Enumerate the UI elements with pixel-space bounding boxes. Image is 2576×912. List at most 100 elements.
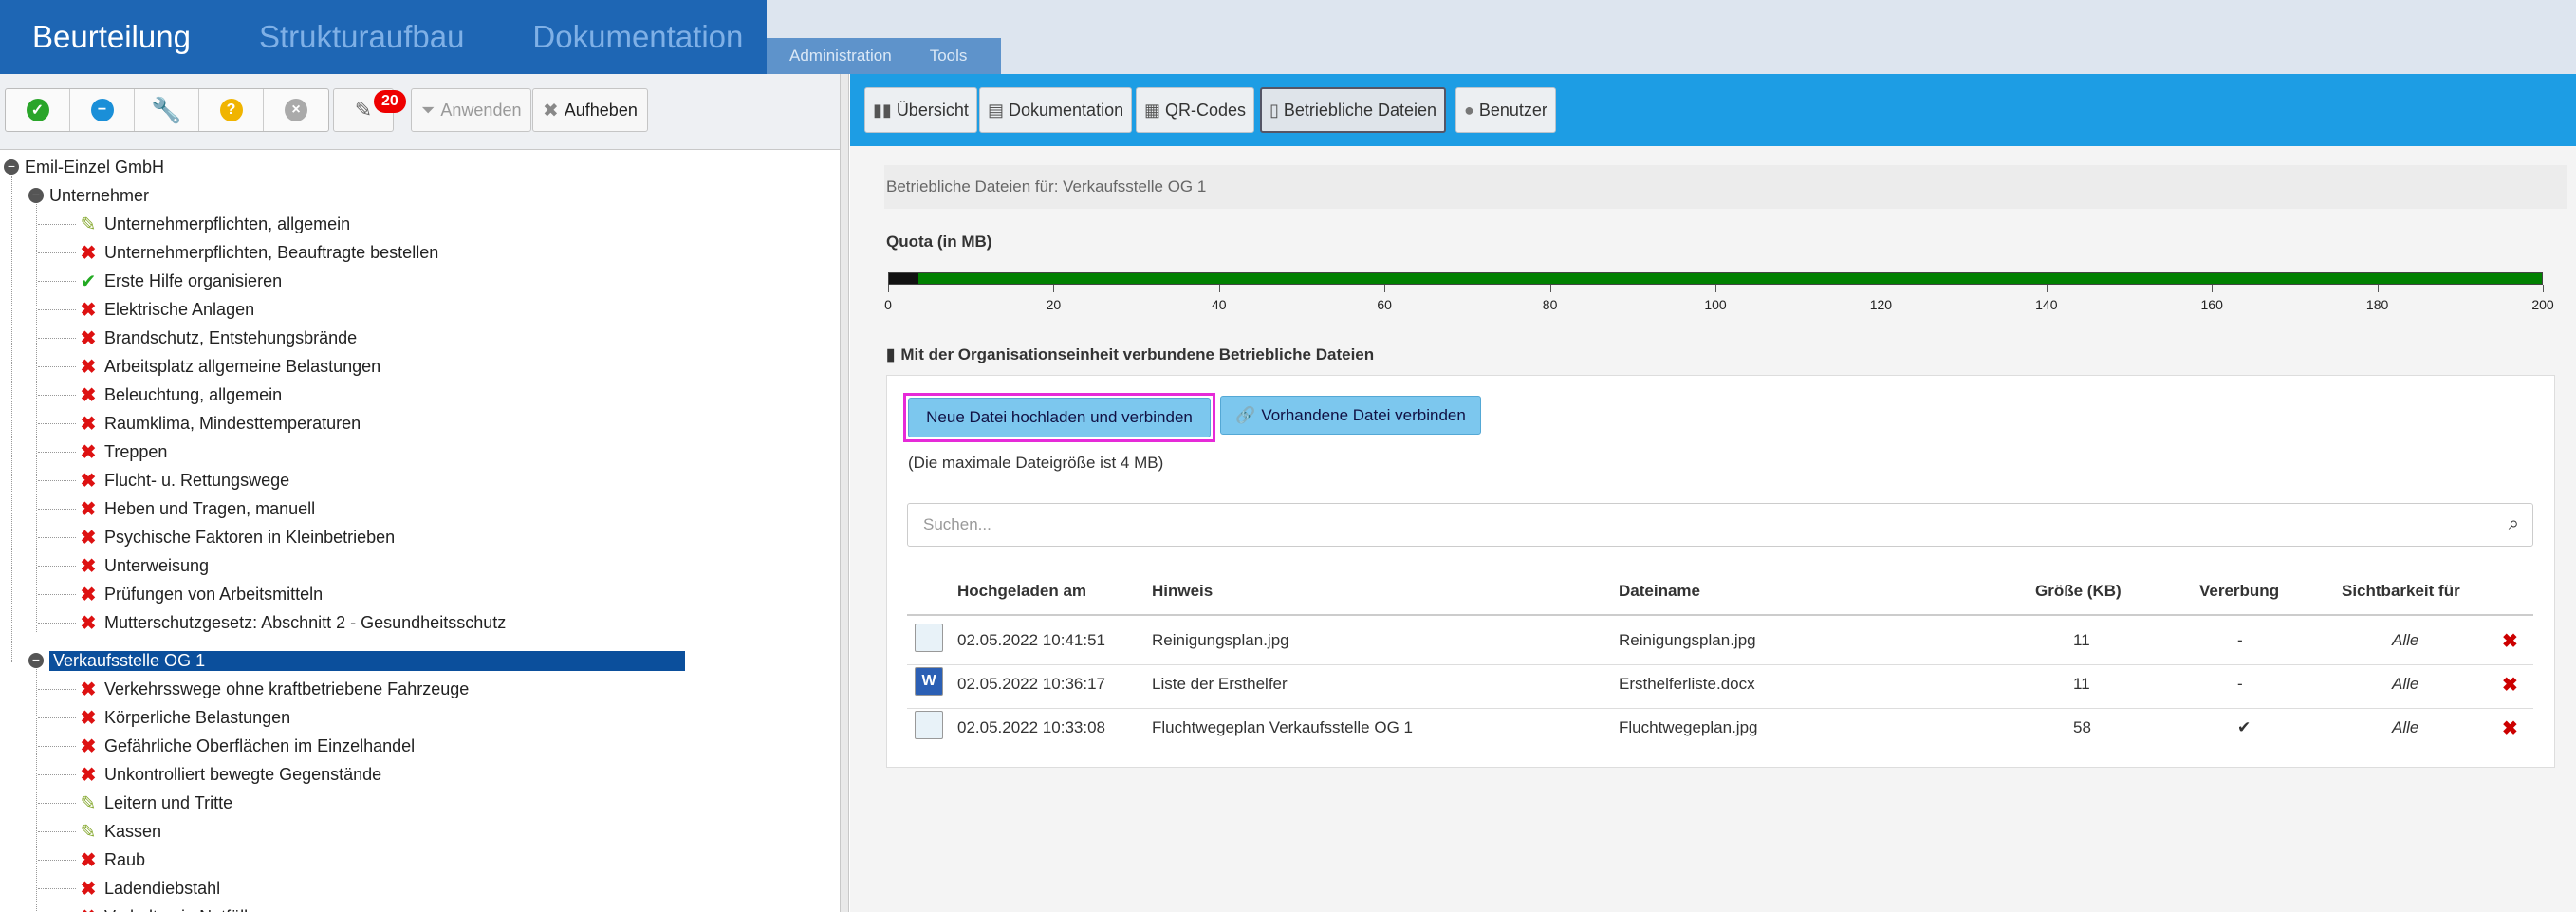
tree-item[interactable]: ✖ Prüfungen von Arbeitsmitteln (78, 580, 324, 608)
question-icon: ? (219, 99, 243, 121)
tree-group-unternehmer[interactable]: − Unternehmer (28, 181, 149, 210)
inheritance: ✔ (2237, 718, 2252, 736)
tab-uebersicht[interactable]: ▮▮ Übersicht (864, 87, 977, 133)
tree-item[interactable]: ✎ Unternehmerpflichten, allgemein (78, 210, 351, 238)
quota-tick (888, 285, 889, 292)
inheritance: - (2237, 631, 2243, 649)
row-divider (907, 708, 2533, 709)
check-icon: ✓ (26, 99, 49, 121)
tree-item[interactable]: ✖ Heben und Tragen, manuell (78, 494, 316, 523)
file-name[interactable]: Fluchtwegeplan.jpg (1619, 718, 1757, 737)
quota-tick-label: 180 (2365, 297, 2389, 312)
tab-benutzer[interactable]: ● Benutzer (1455, 87, 1556, 133)
col-uploaded[interactable]: Hochgeladen am (957, 582, 1086, 601)
tree-item[interactable]: ✖ Mutterschutzgesetz: Abschnitt 2 - Gesun… (78, 608, 507, 637)
tree-item[interactable]: ✖ Arbeitsplatz allgemeine Belastungen (78, 352, 381, 381)
tree-item[interactable]: ✖ Raub (78, 846, 145, 874)
tree-group-verkaufsstelle[interactable]: − Verkaufsstelle OG 1 (28, 646, 685, 675)
x-icon: ✖ (80, 679, 97, 700)
tree-item[interactable]: ✖ Unkontrolliert bewegte Gegenstände (78, 760, 382, 789)
apply-filter-button[interactable]: ⏷ Anwenden (411, 88, 532, 132)
tree-item-label: Beleuchtung, allgemein (104, 384, 283, 404)
status-ok-button[interactable]: ✓ (6, 89, 70, 131)
tree-connector (38, 423, 76, 424)
tree-root[interactable]: − Emil-Einzel GmbH (4, 153, 164, 181)
image-file-icon[interactable] (915, 624, 943, 652)
structure-tree: − Emil-Einzel GmbH − Unternehmer ✎ Unterneh… (0, 150, 840, 912)
search-icon[interactable]: ⌕ (2509, 513, 2519, 535)
cancel-filter-button[interactable]: ✖ Aufheben (532, 88, 648, 132)
collapse-icon[interactable]: − (28, 188, 44, 203)
delete-icon[interactable]: ✖ (2502, 673, 2518, 697)
tree-connector (38, 594, 76, 595)
tree-item-label: Ladendiebstahl (104, 878, 221, 898)
file-name[interactable]: Ersthelferliste.docx (1619, 675, 1755, 694)
tree-item[interactable]: ✖ Beleuchtung, allgemein (78, 381, 283, 409)
quota-tick-label: 140 (2035, 297, 2058, 312)
tab-dokumentation[interactable]: ▤ Dokumentation (979, 87, 1133, 133)
panel-splitter[interactable] (840, 74, 849, 912)
tree-item[interactable]: ✖ Psychische Faktoren in Kleinbetrieben (78, 523, 396, 551)
tab-qr-codes[interactable]: ▦ QR-Codes (1136, 87, 1255, 133)
tree-group-label: Unternehmer (49, 185, 150, 205)
tree-item[interactable]: ✖ Körperliche Belastungen (78, 703, 291, 732)
tree-item[interactable]: ✎ Kassen (78, 817, 161, 846)
visibility: Alle (2392, 675, 2419, 693)
tree-item[interactable]: ✖ Verkehrsswege ohne kraftbetriebene Fahr… (78, 675, 470, 703)
tab-betriebliche-dateien[interactable]: ▯ Betriebliche Dateien (1260, 87, 1447, 133)
quota-tick (1549, 285, 1551, 292)
word-file-icon[interactable]: W (915, 667, 943, 696)
pencil-icon: ✎ (80, 821, 97, 843)
quota-tick (1053, 285, 1055, 292)
link-existing-file-button[interactable]: 🔗 Vorhandene Datei verbinden (1220, 396, 1481, 435)
collapse-icon[interactable]: − (4, 159, 19, 175)
tree-item[interactable]: ✖ Verhalten in Notfällen (78, 903, 268, 912)
upload-new-file-button[interactable]: Neue Datei hochladen und verbinden (908, 398, 1211, 437)
col-size[interactable]: Größe (KB) (2035, 582, 2122, 601)
status-tool-button[interactable]: 🔧 (135, 89, 199, 131)
inheritance: - (2237, 675, 2243, 693)
status-minus-button[interactable]: − (70, 89, 135, 131)
quota-tick-label: 60 (1377, 297, 1392, 312)
tree-item-label: Verhalten in Notfällen (104, 907, 267, 912)
col-inherit[interactable]: Vererbung (2199, 582, 2279, 601)
nav-strukturaufbau[interactable]: Strukturaufbau (259, 19, 464, 55)
x-icon: ✖ (80, 707, 97, 729)
nav-dokumentation[interactable]: Dokumentation (532, 19, 743, 55)
clear-icon: × (285, 99, 307, 121)
cancel-icon: ✖ (543, 100, 559, 121)
x-icon: ✖ (80, 327, 97, 349)
nav-beurteilung[interactable]: Beurteilung (32, 19, 191, 55)
nav-tools[interactable]: Tools (930, 47, 968, 65)
status-clear-button[interactable]: × (264, 89, 328, 131)
tree-item-label: Unterweisung (104, 555, 210, 575)
nav-administration[interactable]: Administration (789, 47, 892, 65)
document-icon: ▤ (988, 100, 1005, 120)
tree-item[interactable]: ✖ Treppen (78, 437, 168, 466)
tree-item[interactable]: ✔ Erste Hilfe organisieren (78, 267, 282, 295)
status-question-button[interactable]: ? (199, 89, 264, 131)
tree-item[interactable]: ✖ Ladendiebstahl (78, 874, 221, 903)
collapse-icon[interactable]: − (28, 653, 44, 668)
tree-item[interactable]: ✖ Gefährliche Oberflächen im Einzelhandel (78, 732, 416, 760)
tree-item[interactable]: ✖ Brandschutz, Entstehungsbrände (78, 324, 358, 352)
col-filename[interactable]: Dateiname (1619, 582, 1700, 601)
tree-item[interactable]: ✖ Unternehmerpflichten, Beauftragte beste… (78, 238, 439, 267)
tree-item[interactable]: ✖ Elektrische Anlagen (78, 295, 255, 324)
delete-icon[interactable]: ✖ (2502, 717, 2518, 740)
delete-icon[interactable]: ✖ (2502, 629, 2518, 653)
tree-item[interactable]: ✖ Raumklima, Mindesttemperaturen (78, 409, 361, 437)
table-header-divider (907, 614, 2533, 616)
x-icon: ✖ (80, 764, 97, 786)
image-file-icon[interactable] (915, 711, 943, 739)
col-visibility[interactable]: Sichtbarkeit für (2342, 582, 2460, 601)
file-name[interactable]: Reinigungsplan.jpg (1619, 631, 1756, 650)
section-title: ▮ Mit der Organisationseinheit verbundene… (886, 345, 1374, 364)
col-note[interactable]: Hinweis (1152, 582, 1213, 601)
file-size: 58 (2073, 718, 2091, 736)
tree-item[interactable]: ✖ Unterweisung (78, 551, 209, 580)
search-input[interactable]: Suchen... ⌕ (907, 503, 2533, 547)
upload-date: 02.05.2022 10:33:08 (957, 718, 1105, 736)
tree-item[interactable]: ✎ Leitern und Tritte (78, 789, 232, 817)
tree-item[interactable]: ✖ Flucht- u. Rettungswege (78, 466, 290, 494)
